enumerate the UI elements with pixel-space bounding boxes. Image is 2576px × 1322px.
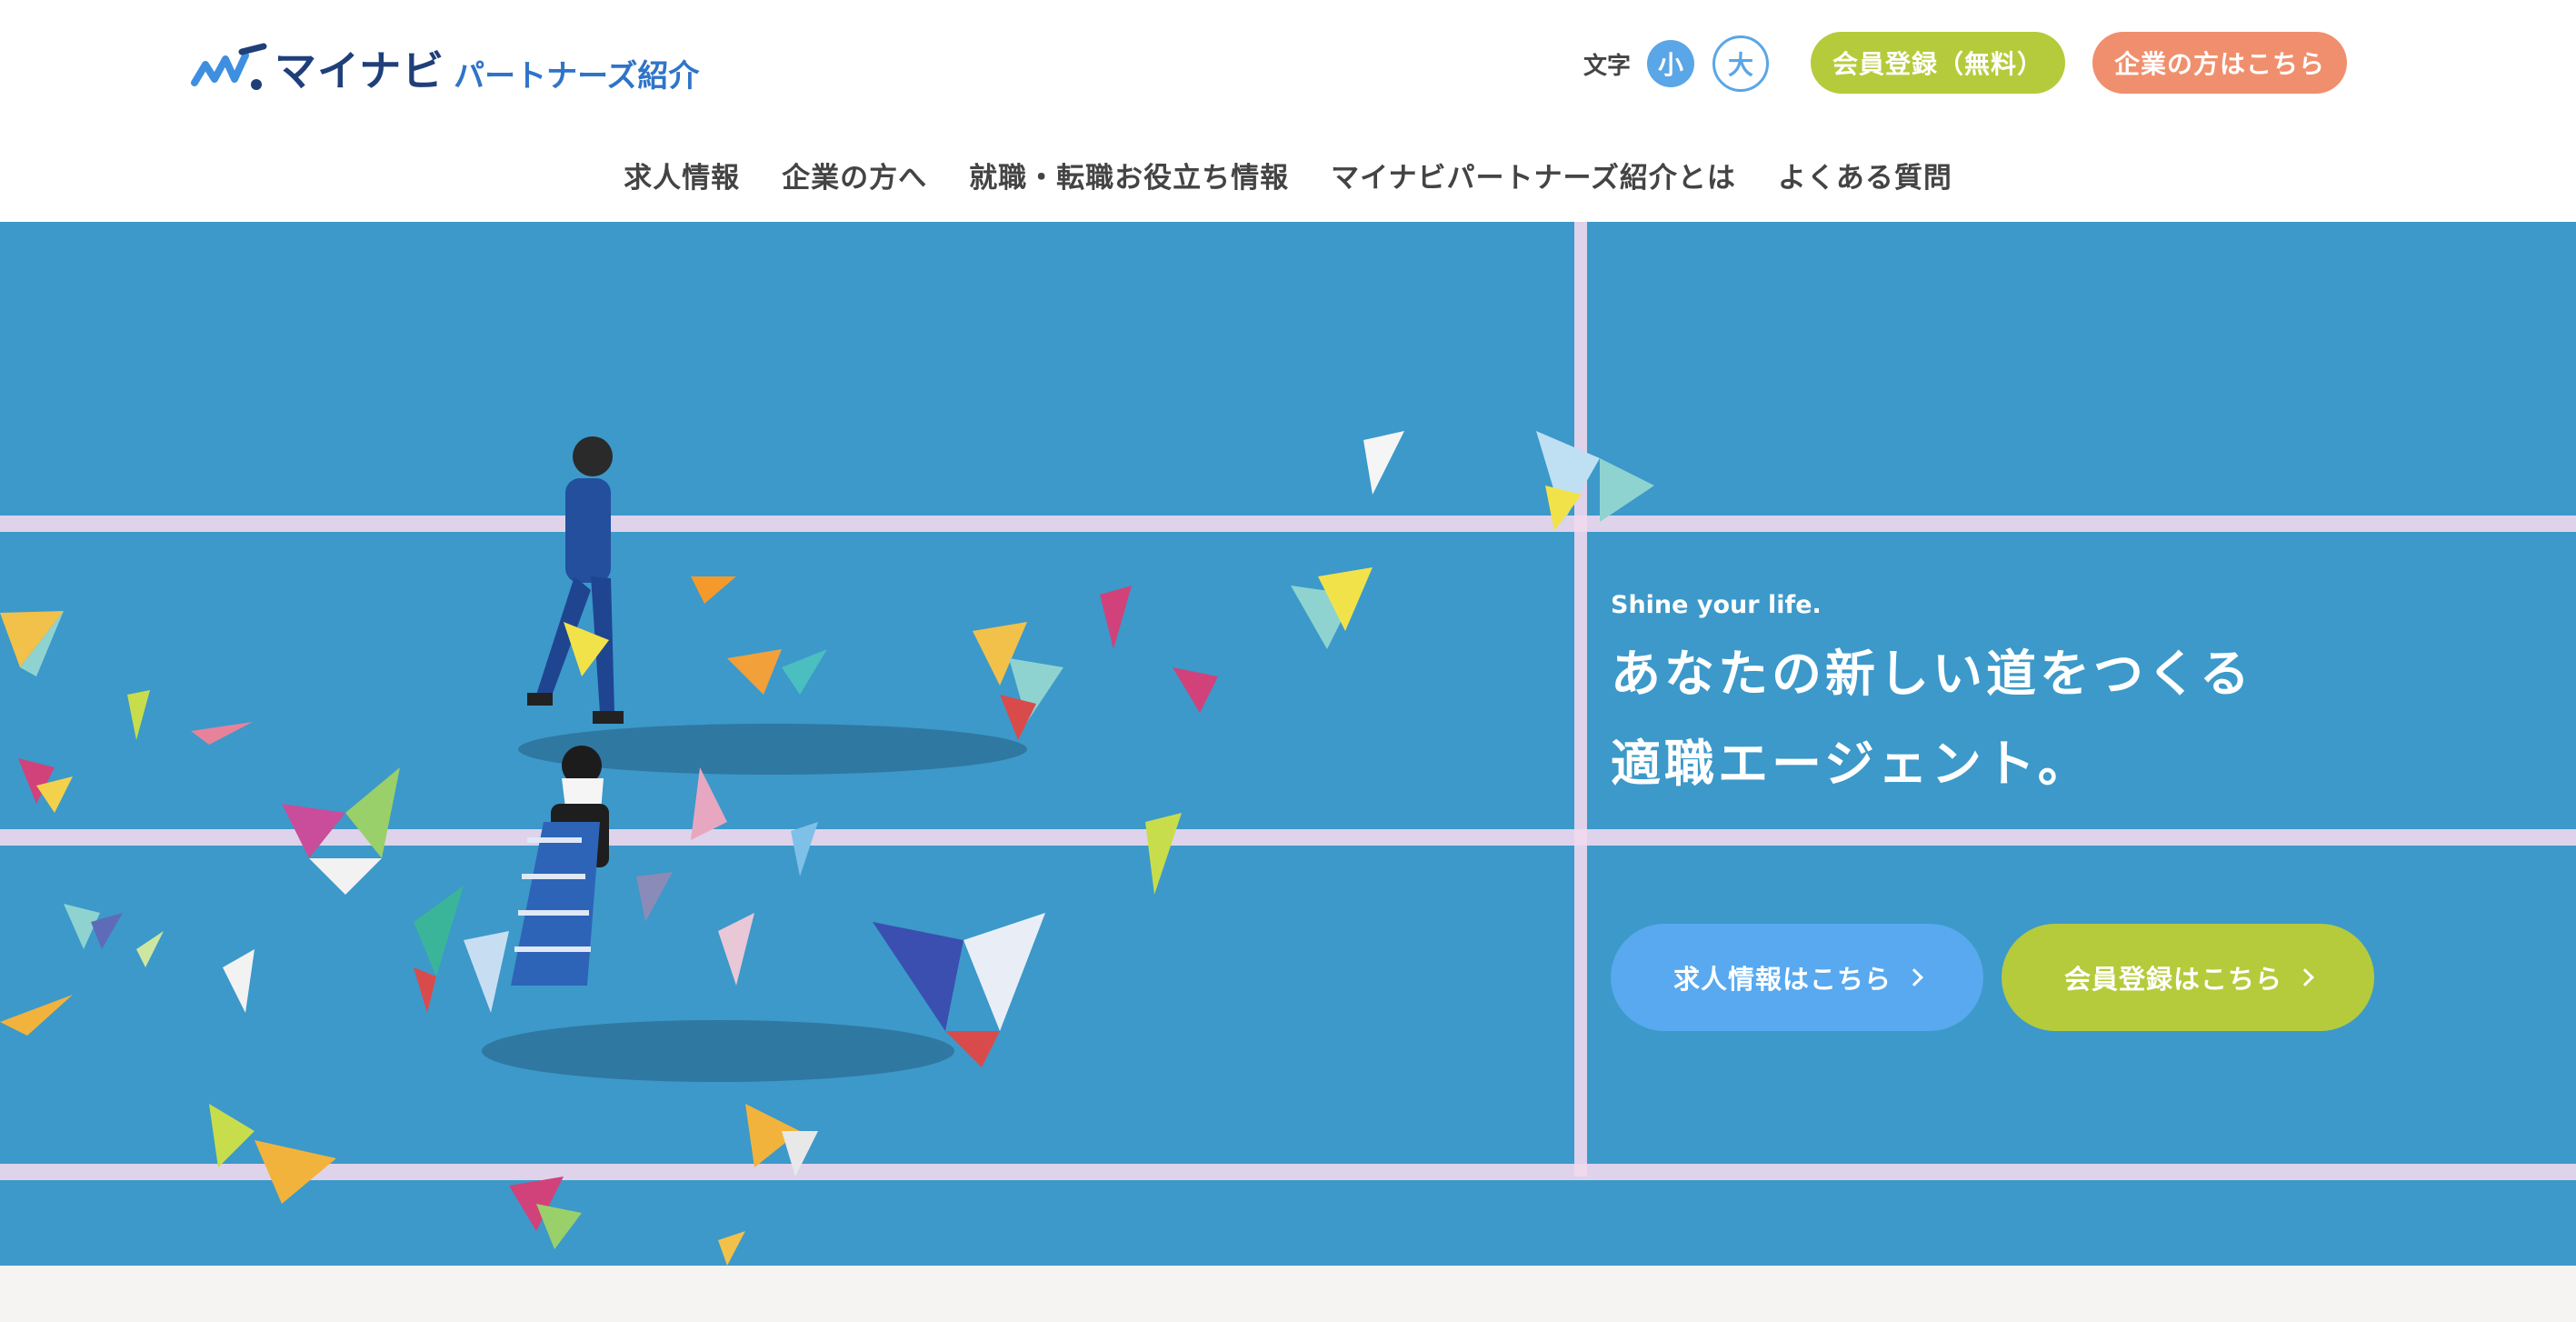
font-size-small-button[interactable]: 小 [1647,40,1695,87]
nav-item-for-companies[interactable]: 企業の方へ [782,155,927,195]
font-size-switcher: 文字 小 大 [1583,35,1770,92]
logo-sub-text: パートナーズ紹介 [454,57,700,95]
register-cta-button[interactable]: 会員登録はこちら [2002,924,2374,1031]
hero-headline-line1: あなたの新しい道をつくる [1611,645,2253,703]
font-size-label: 文字 [1583,52,1632,80]
chevron-right-icon [1905,968,1923,986]
jobs-cta-label: 求人情報はこちら [1672,964,1892,995]
hero-tagline: Shine your life. [1611,591,1822,619]
mynavi-swoosh-icon [191,43,267,90]
jobs-cta-button[interactable]: 求人情報はこちら [1611,924,1983,1031]
hero-section: Shine your life. あなたの新しい道をつくる 適職エージェント。 … [0,222,2576,1266]
hero-headline-line2: 適職エージェント。 [1611,735,2092,793]
global-nav: 求人情報 企業の方へ 就職・転職お役立ち情報 マイナビパートナーズ紹介とは よく… [0,147,2576,202]
register-free-button[interactable]: 会員登録（無料） [1811,32,2065,94]
register-cta-label: 会員登録はこちら [2063,964,2282,995]
site-header: マイナビ パートナーズ紹介 文字 小 大 会員登録（無料） 企業の方はこちら 求… [0,0,2576,222]
nav-item-jobs[interactable]: 求人情報 [624,155,740,195]
nav-item-career-info[interactable]: 就職・転職お役立ち情報 [969,155,1289,195]
nav-item-faq[interactable]: よくある質問 [1778,155,1952,195]
hero-headline: あなたの新しい道をつくる 適職エージェント。 [1611,629,2253,809]
next-section-band [0,1266,2576,1322]
company-entry-button[interactable]: 企業の方はこちら [2092,32,2347,94]
site-logo[interactable]: マイナビ パートナーズ紹介 [191,38,699,98]
logo-main-text: マイナビ [275,46,445,95]
chevron-right-icon [2296,968,2314,986]
font-size-large-button[interactable]: 大 [1712,35,1770,92]
nav-item-about[interactable]: マイナビパートナーズ紹介とは [1331,155,1736,195]
